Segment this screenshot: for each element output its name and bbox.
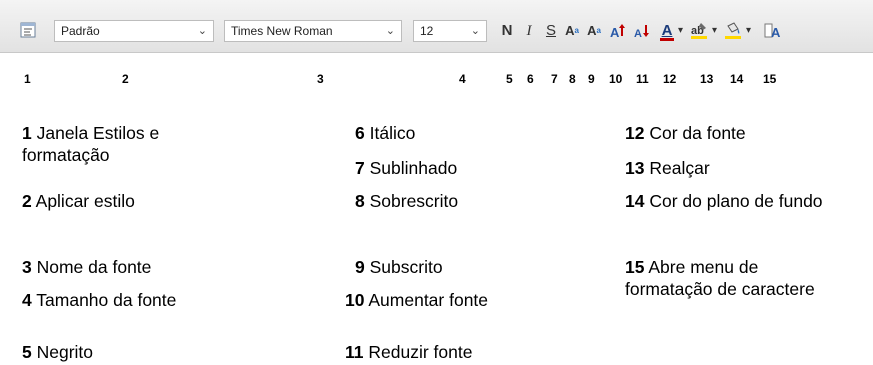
legend-text: Itálico [369, 123, 416, 143]
font-size-select[interactable]: 12 ⌄ [413, 20, 487, 42]
legend-number: 7 [355, 158, 365, 178]
legend-item-3: 3 Nome da fonte [22, 256, 262, 278]
legend-text: Cor da fonte [649, 123, 746, 143]
callout-number-10: 10 [609, 72, 623, 86]
legend-number: 4 [22, 290, 32, 310]
svg-text:A: A [610, 25, 620, 40]
legend-item-9: 9 Subscrito [355, 256, 595, 278]
legend-number: 2 [22, 191, 32, 211]
legend-text: Sobrescrito [369, 191, 459, 211]
legend-text: Aumentar fonte [368, 290, 489, 310]
legend-number: 14 [625, 191, 645, 211]
legend-item-10: 10 Aumentar fonte [345, 289, 585, 311]
legend-number: 15 [625, 257, 645, 277]
legend-text: Janela Estilos e formatação [22, 123, 160, 165]
legend-item-7: 7 Sublinhado [355, 157, 595, 179]
subscript-button[interactable]: Aa [585, 20, 603, 42]
callout-number-1: 1 [24, 72, 31, 86]
bold-icon: N [501, 22, 513, 39]
callout-number-12: 12 [663, 72, 677, 86]
bold-button[interactable]: N [499, 20, 515, 42]
highlight-dropdown-arrow[interactable]: ▾ [712, 20, 717, 42]
background-color-dropdown-arrow[interactable]: ▾ [746, 20, 751, 42]
font-color-icon: A [661, 22, 673, 39]
callout-number-13: 13 [700, 72, 714, 86]
character-format-button[interactable]: A [764, 22, 782, 40]
highlighter-icon: ab [691, 23, 707, 39]
callout-number-3: 3 [317, 72, 324, 86]
legend-text: Nome da fonte [36, 257, 152, 277]
legend-number: 12 [625, 123, 645, 143]
legend-number: 10 [345, 290, 365, 310]
increase-font-button[interactable]: A [609, 22, 627, 40]
legend-item-8: 8 Sobrescrito [355, 190, 595, 212]
legend-text: Subscrito [369, 257, 443, 277]
font-name-select[interactable]: Times New Roman ⌄ [224, 20, 402, 42]
paint-bucket-icon [725, 22, 741, 39]
font-color-swatch [660, 38, 674, 41]
chevron-down-icon: ⌄ [470, 25, 480, 37]
legend-text: Negrito [36, 342, 94, 362]
font-name-value: Times New Roman [231, 24, 333, 38]
font-size-value: 12 [420, 24, 434, 38]
legend-text: Cor do plano de fundo [649, 191, 823, 211]
superscript-button[interactable]: Aa [563, 20, 581, 42]
legend-text: Aplicar estilo [35, 191, 135, 211]
legend-item-14: 14 Cor do plano de fundo [625, 190, 835, 212]
legend-number: 13 [625, 158, 645, 178]
legend-item-1: 1 Janela Estilos e formatação [22, 122, 232, 166]
callout-number-15: 15 [763, 72, 777, 86]
legend-text: Tamanho da fonte [36, 290, 177, 310]
legend-text: Sublinhado [369, 158, 458, 178]
legend-item-12: 12 Cor da fonte [625, 122, 865, 144]
legend-number: 9 [355, 257, 365, 277]
legend-item-5: 5 Negrito [22, 341, 262, 363]
callout-number-9: 9 [588, 72, 595, 86]
legend-number: 6 [355, 123, 365, 143]
reduce-font-icon: A [634, 25, 649, 40]
highlight-button[interactable]: ab [690, 21, 708, 39]
italic-button[interactable]: I [521, 20, 537, 42]
apply-style-value: Padrão [61, 24, 100, 38]
formatting-toolbar: Padrão ⌄ Times New Roman ⌄ 12 ⌄ N I S Aa… [0, 0, 873, 53]
styles-formatting-icon[interactable] [20, 22, 36, 38]
legend-item-4: 4 Tamanho da fonte [22, 289, 262, 311]
increase-font-icon: A [610, 24, 625, 40]
underline-icon: S [545, 22, 556, 39]
legend-item-13: 13 Realçar [625, 157, 865, 179]
svg-text:A: A [771, 25, 781, 40]
reduce-font-button[interactable]: A [633, 22, 651, 40]
callout-number-6: 6 [527, 72, 534, 86]
apply-style-select[interactable]: Padrão ⌄ [54, 20, 214, 42]
legend-item-15: 15 Abre menu de formatação de caractere [625, 256, 825, 300]
chevron-down-icon: ⌄ [197, 25, 207, 37]
legend-number: 8 [355, 191, 365, 211]
callout-number-4: 4 [459, 72, 466, 86]
callout-number-11: 11 [636, 72, 649, 86]
callout-number-14: 14 [730, 72, 744, 86]
svg-text:A: A [634, 28, 642, 40]
legend-text: Realçar [649, 158, 710, 178]
callout-number-2: 2 [122, 72, 129, 86]
character-dialog-icon: A [764, 23, 781, 40]
callout-number-5: 5 [506, 72, 513, 86]
callout-number-7: 7 [551, 72, 558, 86]
legend-item-11: 11 Reduzir fonte [345, 341, 585, 363]
legend-item-2: 2 Aplicar estilo [22, 190, 262, 212]
legend-number: 1 [22, 123, 32, 143]
legend-number: 11 [345, 342, 364, 362]
underline-button[interactable]: S [543, 20, 559, 42]
legend-text: Reduzir fonte [368, 342, 473, 362]
chevron-down-icon: ⌄ [385, 25, 395, 37]
italic-icon: I [526, 23, 532, 39]
legend-text: Abre menu de formatação de caractere [625, 257, 815, 299]
legend-number: 5 [22, 342, 32, 362]
font-color-dropdown-arrow[interactable]: ▾ [678, 20, 683, 42]
legend-number: 3 [22, 257, 32, 277]
background-color-button[interactable] [724, 21, 742, 39]
legend-item-6: 6 Itálico [355, 122, 595, 144]
callout-number-8: 8 [569, 72, 576, 86]
